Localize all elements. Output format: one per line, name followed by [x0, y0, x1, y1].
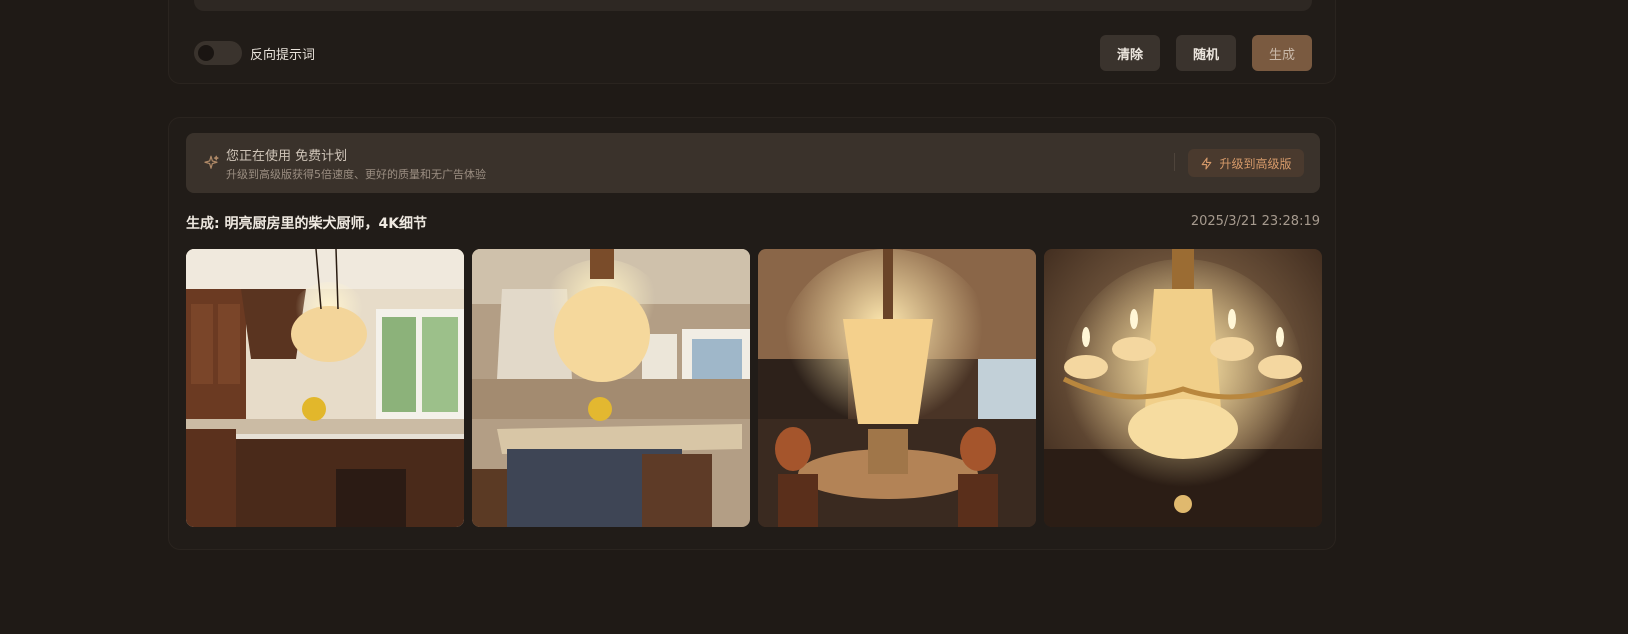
banner-divider [1174, 153, 1175, 171]
negative-prompt-label: 反向提示词 [250, 47, 316, 63]
plan-banner [186, 133, 1320, 193]
negative-prompt-toggle[interactable] [194, 41, 242, 65]
plan-title: 您正在使用 免费计划 [226, 149, 348, 164]
prompt-input[interactable] [194, 0, 1312, 11]
generation-timestamp: 2025/3/21 23:28:19 [1190, 214, 1320, 229]
negative-prompt-toggle-group: 反向提示词 [194, 41, 315, 65]
image-grid [186, 249, 1322, 527]
clear-button[interactable]: 清除 [1100, 35, 1160, 71]
generated-image-1[interactable] [186, 249, 464, 527]
generated-image-2[interactable] [472, 249, 750, 527]
generated-image-4[interactable] [1044, 249, 1322, 527]
sparkle-icon [204, 155, 219, 169]
generation-title: 生成: 明亮厨房里的柴犬厨师，4K细节 [186, 216, 428, 232]
plan-subtitle: 升级到高级版获得5倍速度、更好的质量和无广告体验 [226, 168, 486, 181]
upgrade-button[interactable]: 升级到高级版 [1188, 149, 1304, 177]
lightning-icon [1202, 157, 1212, 169]
random-button[interactable]: 随机 [1176, 35, 1236, 71]
page: 反向提示词 清除 随机 生成 您正在使用 免费计划 升级到高级版获得5倍速度、更… [0, 0, 1628, 634]
toggle-knob [198, 45, 214, 61]
generated-image-3[interactable] [758, 249, 1036, 527]
upgrade-label: 升级到高级版 [1219, 156, 1292, 171]
generate-button[interactable]: 生成 [1252, 35, 1312, 71]
prompt-panel [168, 0, 1336, 84]
